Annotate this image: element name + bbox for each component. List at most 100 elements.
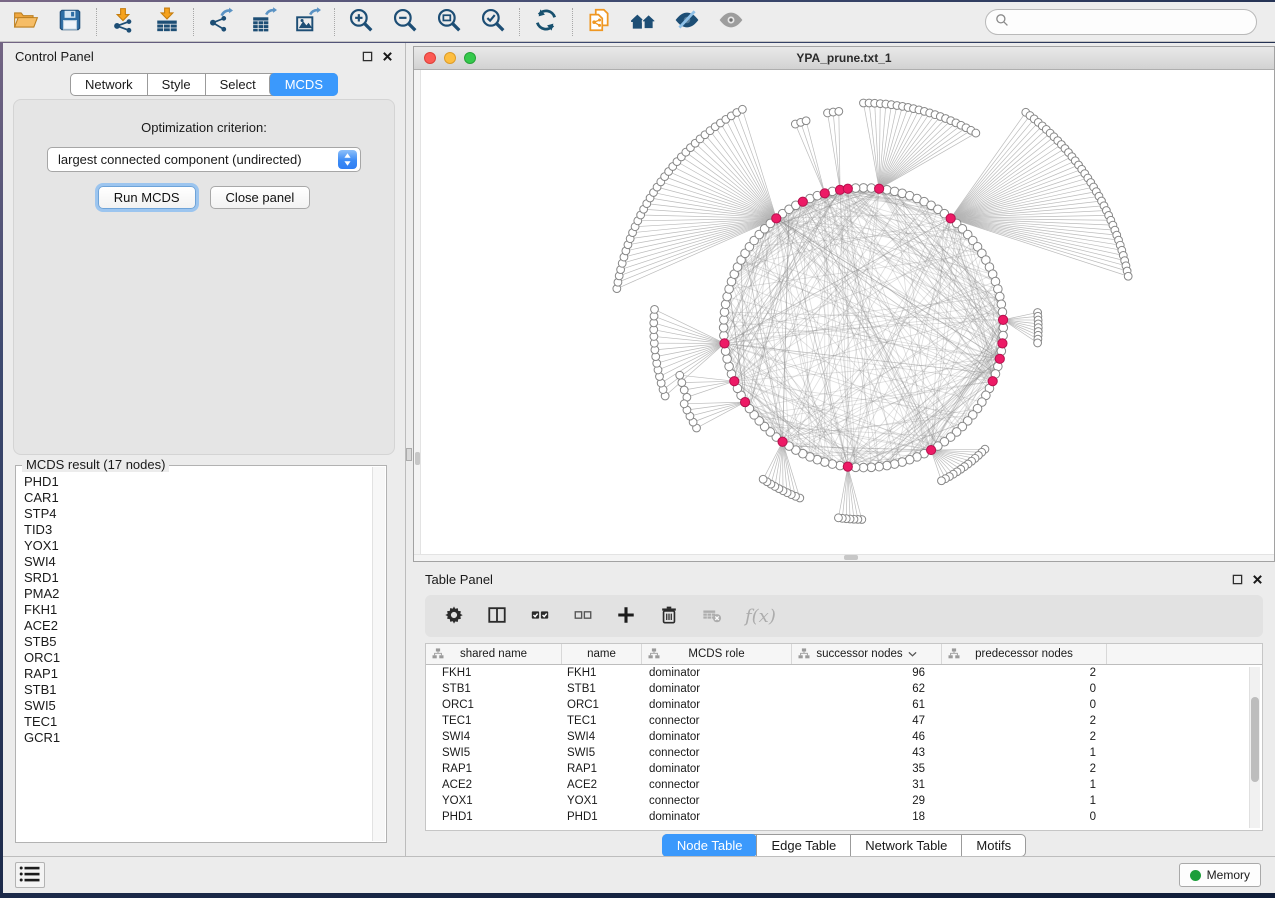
export-network-button[interactable] [204, 6, 236, 38]
mcds-result-item[interactable]: SWI4 [24, 554, 371, 570]
table-cell: 46 [791, 731, 941, 743]
import-network-button[interactable] [107, 6, 139, 38]
mcds-result-item[interactable]: YOX1 [24, 538, 371, 554]
import-table-icon [154, 7, 180, 36]
mcds-result-item[interactable]: FKH1 [24, 602, 371, 618]
zoom-fit-button[interactable] [433, 6, 465, 38]
open-file-button[interactable] [10, 6, 42, 38]
table-cell: TEC1 [561, 715, 641, 727]
optimization-criterion-value: largest connected component (undirected) [58, 152, 338, 167]
first-neighbors-button[interactable] [627, 6, 659, 38]
table-row[interactable]: SWI4SWI4dominator462 [426, 729, 1262, 745]
mcds-result-item[interactable]: PMA2 [24, 586, 371, 602]
mcds-result-item[interactable]: CAR1 [24, 490, 371, 506]
create-column-button[interactable] [616, 605, 636, 628]
table-row[interactable]: PHD1PHD1dominator180 [426, 809, 1262, 825]
table-cell: 35 [791, 763, 941, 775]
column-header-predecessor-nodes[interactable]: predecessor nodes [941, 644, 1106, 664]
table-cell: SWI4 [426, 731, 561, 743]
toolbar-separator [519, 8, 520, 36]
zoom-in-button[interactable] [345, 6, 377, 38]
import-table-button[interactable] [151, 6, 183, 38]
table-row[interactable]: SWI5SWI5connector431 [426, 745, 1262, 761]
window-maximize-icon[interactable] [464, 52, 476, 64]
tab-mcds[interactable]: MCDS [269, 73, 338, 96]
mcds-result-list[interactable]: PHD1CAR1STP4TID3YOX1SWI4SRD1PMA2FKH1ACE2… [24, 474, 371, 838]
table-settings-button[interactable] [444, 605, 464, 628]
table-row[interactable]: YOX1YOX1connector291 [426, 793, 1262, 809]
table-row[interactable]: ORC1ORC1dominator610 [426, 697, 1262, 713]
show-columns-button[interactable] [487, 605, 507, 628]
table-row[interactable]: STB1STB1dominator620 [426, 681, 1262, 697]
table-tab-motifs[interactable]: Motifs [961, 835, 1025, 856]
window-close-icon[interactable] [424, 52, 436, 64]
save-session-button[interactable] [54, 6, 86, 38]
network-graph[interactable] [414, 70, 1274, 561]
float-table-panel-icon[interactable] [1232, 574, 1243, 585]
export-table-button[interactable] [248, 6, 280, 38]
hide-selected-button[interactable] [671, 6, 703, 38]
memory-button[interactable]: Memory [1179, 863, 1261, 887]
mcds-result-item[interactable]: TID3 [24, 522, 371, 538]
search-input[interactable] [1014, 12, 1256, 32]
run-mcds-button[interactable]: Run MCDS [98, 186, 196, 209]
toolbar-separator [334, 8, 335, 36]
table-row[interactable]: RAP1RAP1dominator352 [426, 761, 1262, 777]
mcds-result-item[interactable]: SWI5 [24, 698, 371, 714]
clone-network-button[interactable] [583, 6, 615, 38]
sitemap-icon [432, 648, 444, 662]
window-minimize-icon[interactable] [444, 52, 456, 64]
mcds-list-scrollbar[interactable] [372, 467, 385, 841]
table-tab-node-table[interactable]: Node Table [662, 834, 758, 857]
search-box[interactable] [985, 9, 1257, 35]
tab-style[interactable]: Style [147, 74, 205, 95]
select-all-columns-button[interactable] [530, 605, 550, 628]
network-window-titlebar[interactable]: YPA_prune.txt_1 [414, 47, 1274, 70]
network-canvas[interactable] [414, 70, 1274, 561]
table-cell: ACE2 [561, 779, 641, 791]
table-row[interactable]: ACE2ACE2connector311 [426, 777, 1262, 793]
delete-columns-button[interactable] [659, 605, 679, 628]
mcds-result-item[interactable]: STB5 [24, 634, 371, 650]
table-cell: ACE2 [426, 779, 561, 791]
tab-select[interactable]: Select [205, 74, 270, 95]
mcds-result-item[interactable]: STB1 [24, 682, 371, 698]
column-header-successor-nodes[interactable]: successor nodes [791, 644, 941, 664]
network-vertical-scrollbar[interactable] [414, 70, 421, 561]
column-header-shared-name[interactable]: shared name [426, 644, 561, 664]
network-horizontal-scrollbar[interactable] [414, 554, 1274, 561]
mcds-result-item[interactable]: STP4 [24, 506, 371, 522]
zoom-selected-button[interactable] [477, 6, 509, 38]
export-image-button[interactable] [292, 6, 324, 38]
mcds-result-item[interactable]: ORC1 [24, 650, 371, 666]
toolbar-separator [572, 8, 573, 36]
table-vertical-scrollbar[interactable] [1249, 667, 1260, 828]
close-table-panel-icon[interactable] [1252, 574, 1263, 585]
column-header-MCDS-role[interactable]: MCDS role [641, 644, 791, 664]
show-all-button[interactable] [715, 6, 747, 38]
unselect-all-columns-button[interactable] [573, 605, 593, 628]
mcds-result-item[interactable]: RAP1 [24, 666, 371, 682]
mcds-result-item[interactable]: PHD1 [24, 474, 371, 490]
mcds-result-item[interactable]: SRD1 [24, 570, 371, 586]
table-tab-network-table[interactable]: Network Table [850, 835, 961, 856]
table-row[interactable]: FKH1FKH1dominator962 [426, 665, 1262, 681]
splitter-handle[interactable] [406, 448, 412, 461]
table-cell: connector [641, 779, 791, 791]
optimization-criterion-select[interactable]: largest connected component (undirected) [47, 147, 361, 172]
refresh-view-button[interactable] [530, 6, 562, 38]
mcds-result-item[interactable]: TEC1 [24, 714, 371, 730]
column-header-name[interactable]: name [561, 644, 641, 664]
table-row[interactable]: TEC1TEC1connector472 [426, 713, 1262, 729]
close-panel-icon[interactable] [382, 51, 393, 62]
close-panel-button[interactable]: Close panel [210, 186, 311, 209]
task-history-button[interactable] [15, 862, 45, 888]
zoom-out-button[interactable] [389, 6, 421, 38]
mcds-result-item[interactable]: GCR1 [24, 730, 371, 746]
sort-indicator-icon [908, 648, 917, 660]
table-panel-title: Table Panel [425, 572, 493, 587]
table-tab-edge-table[interactable]: Edge Table [756, 835, 850, 856]
float-panel-icon[interactable] [362, 51, 373, 62]
mcds-result-item[interactable]: ACE2 [24, 618, 371, 634]
tab-network[interactable]: Network [71, 74, 147, 95]
